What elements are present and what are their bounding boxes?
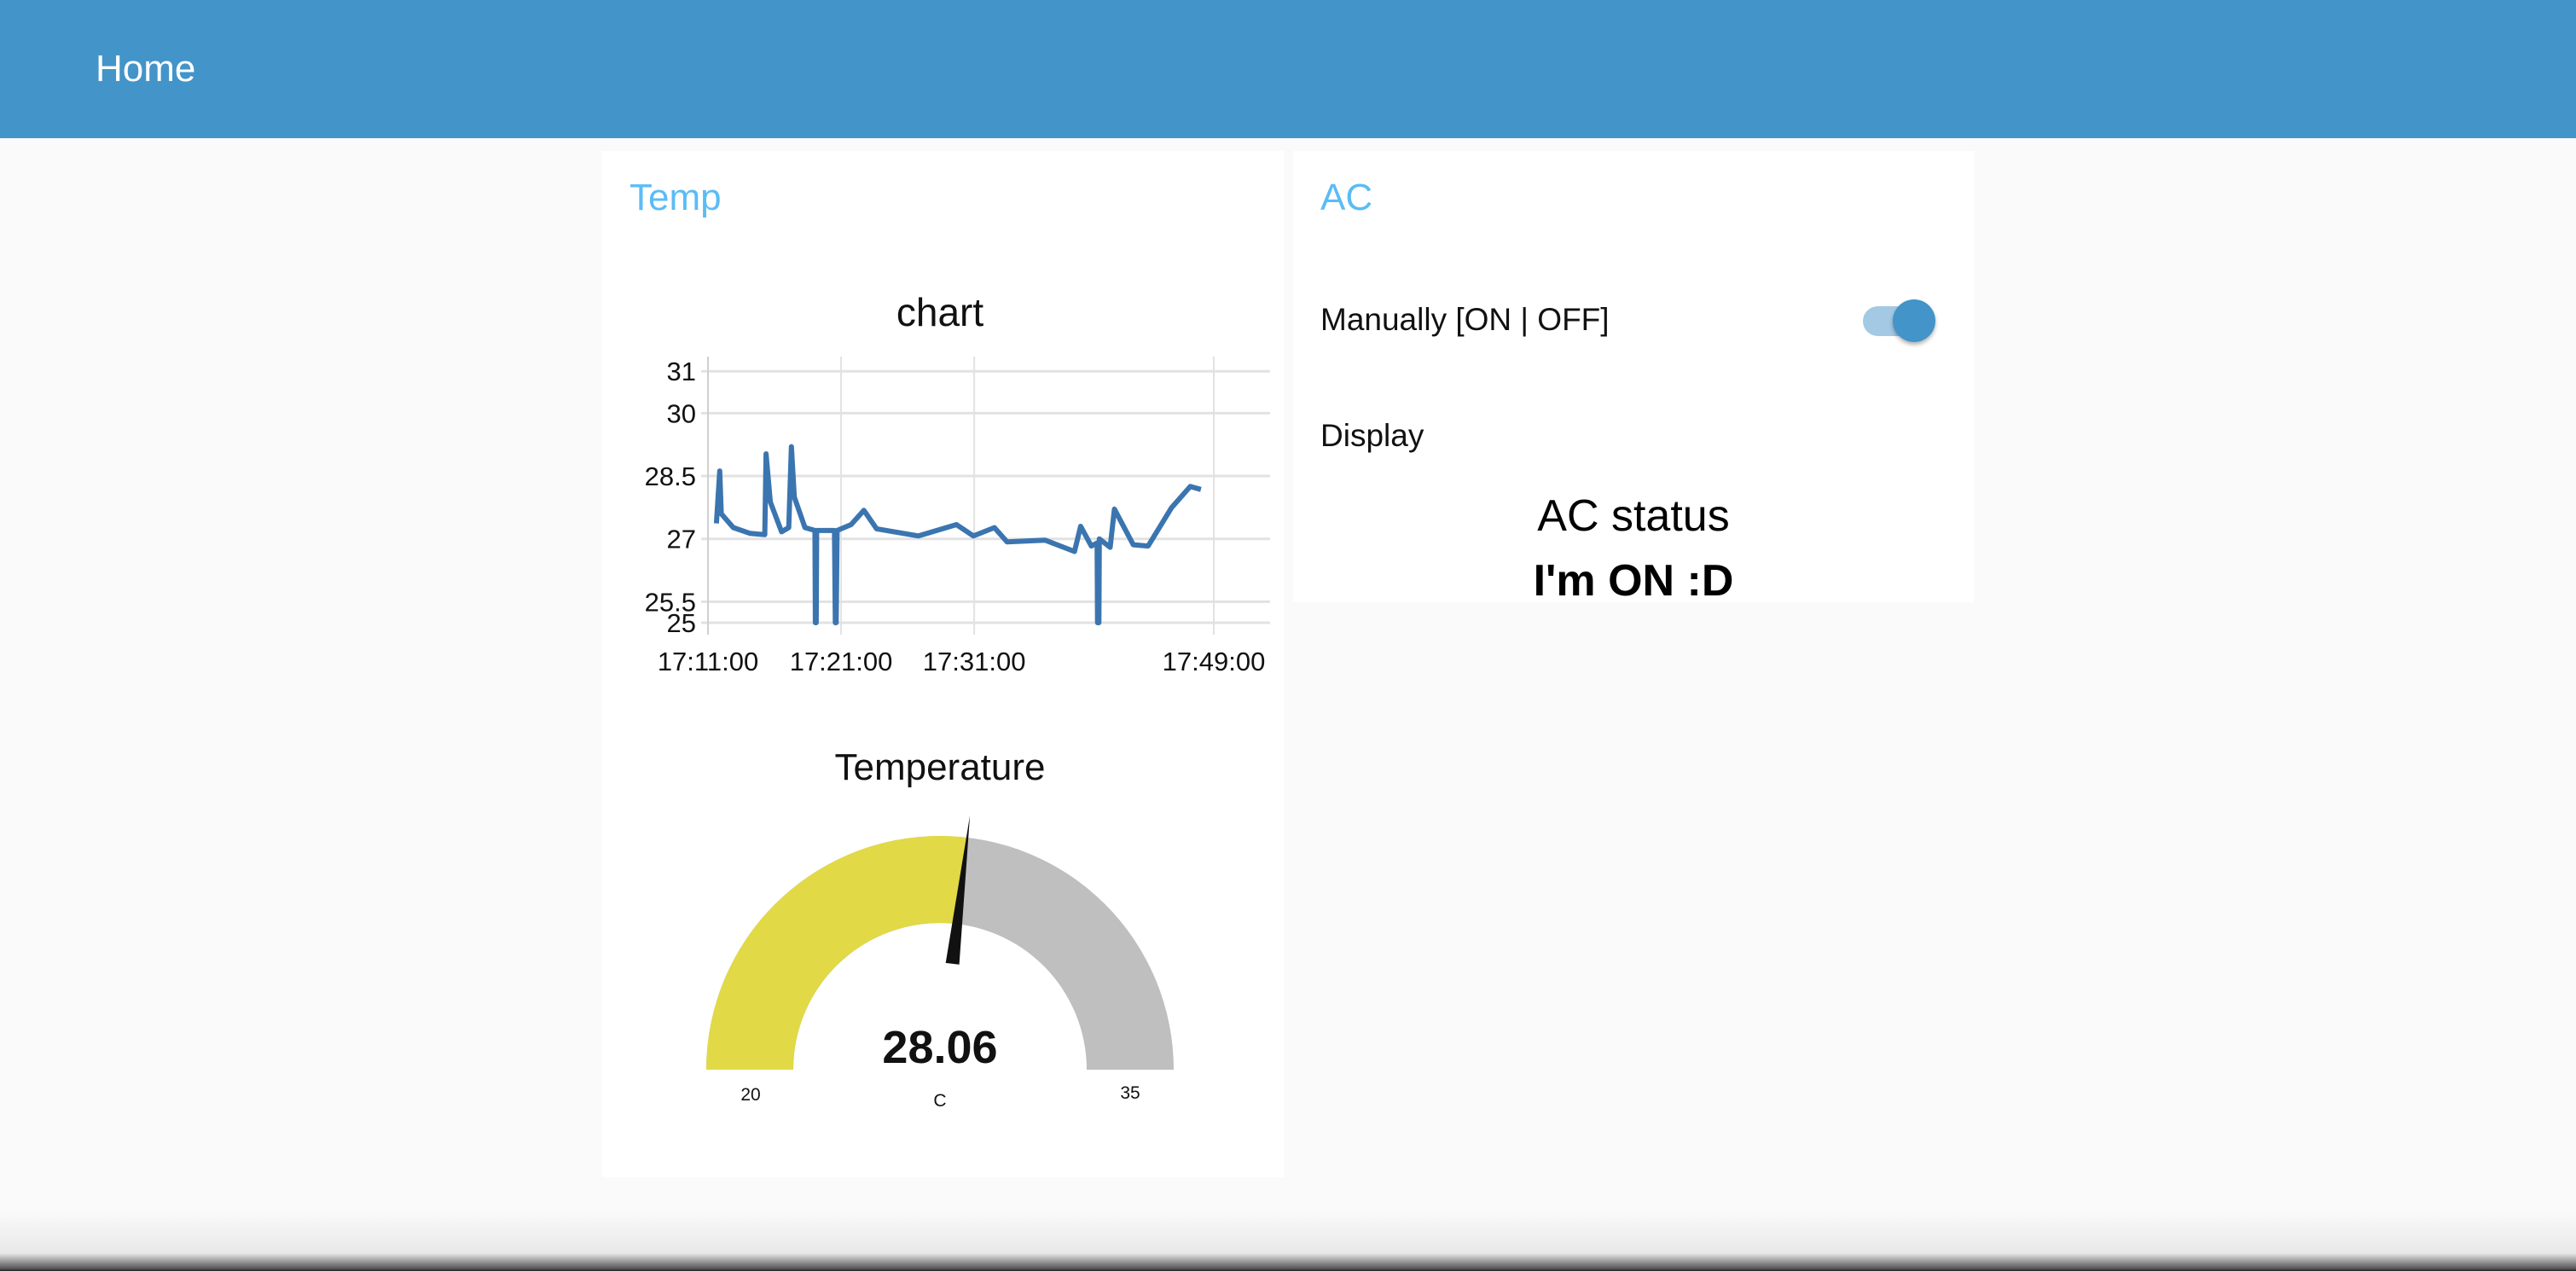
gauge-units: C <box>933 1091 946 1111</box>
gauge-value: 28.06 <box>882 1022 997 1073</box>
ac-group-card: AC Manually [ON | OFF] Display AC status… <box>1293 151 1974 606</box>
gauge-min-label: 20 <box>740 1085 760 1105</box>
y-tick-label: 25 <box>667 608 696 638</box>
top-bar: Home <box>0 0 2576 138</box>
display-label: Display <box>1320 418 1424 453</box>
manual-ac-toggle[interactable] <box>1863 298 1948 349</box>
y-tick-label: 27 <box>667 525 696 554</box>
ac-status-value: I'm ON :D <box>1533 556 1734 606</box>
chart-title: chart <box>896 290 983 334</box>
page-title: Home <box>96 48 196 90</box>
window-bottom-edge <box>0 1211 2576 1271</box>
x-tick-label: 17:49:00 <box>1163 647 1266 676</box>
gauge-max-label: 35 <box>1120 1083 1140 1103</box>
x-tick-label: 17:21:00 <box>790 647 893 676</box>
temperature-gauge: Temperature 28.06 C 20 35 <box>706 746 1174 1111</box>
temperature-line-chart: chart 313028.52725.525 17:11:00 17:21:00 1… <box>645 290 1270 676</box>
ac-status-title: AC status <box>1537 491 1730 541</box>
y-tick-label: 31 <box>667 357 696 386</box>
group-title-temp: Temp <box>629 177 722 218</box>
group-title-ac: AC <box>1320 177 1373 218</box>
x-tick-label: 17:31:00 <box>923 647 1026 676</box>
temp-group-card: Temp chart 31 30 28.5 27 25.5 25 17:11:00 17:2… <box>602 151 1284 1177</box>
manual-switch-label: Manually [ON | OFF] <box>1320 302 1610 337</box>
series-line <box>713 444 1202 625</box>
y-tick-label: 30 <box>667 398 696 428</box>
y-tick-label: 28.5 <box>645 461 696 491</box>
toggle-knob <box>1893 299 1935 342</box>
gauge-title: Temperature <box>834 746 1045 788</box>
x-tick-label: 17:11:00 <box>658 647 758 676</box>
